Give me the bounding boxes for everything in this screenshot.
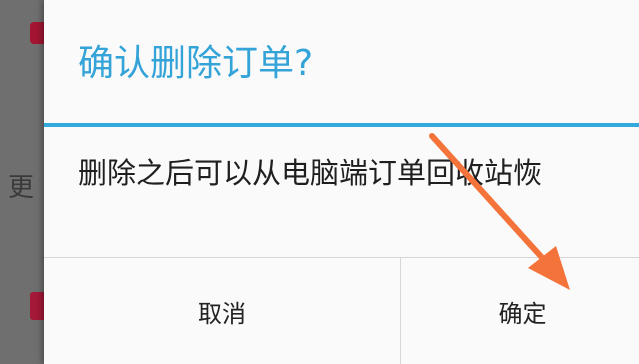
title-divider [44,123,639,127]
background-text: 更 [8,173,35,203]
cancel-button[interactable]: 取消 [44,258,400,364]
dialog-message: 删除之后可以从电脑端订单回收站恢 [78,156,543,190]
confirm-delete-dialog: 确认删除订单? 删除之后可以从电脑端订单回收站恢 取消 确定 [44,0,639,364]
dialog-title: 确认删除订单? [78,43,314,84]
confirm-button[interactable]: 确定 [401,258,639,364]
